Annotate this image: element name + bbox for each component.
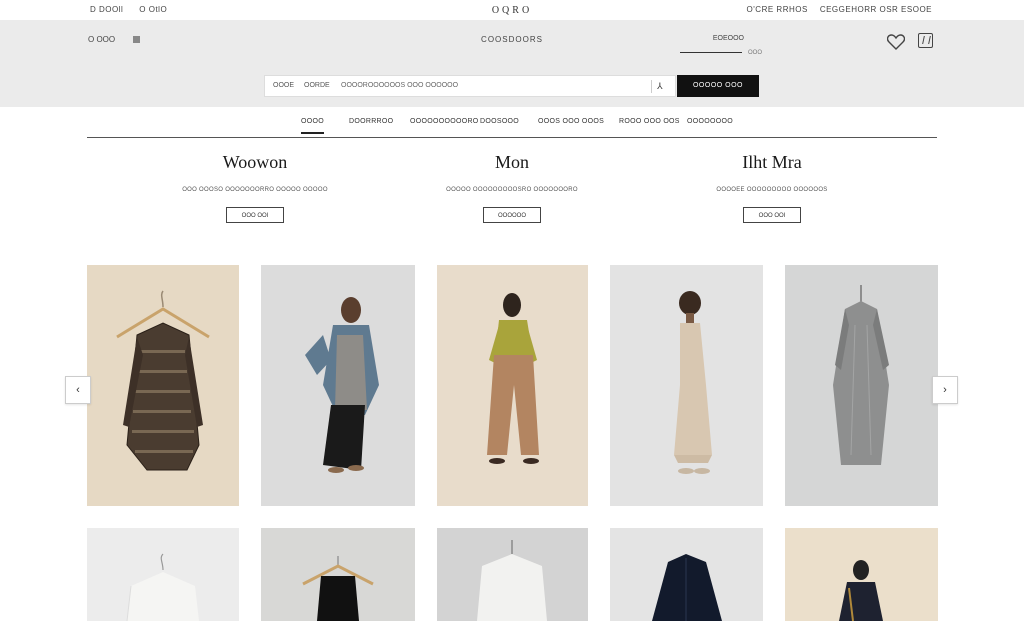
product-tile-black-top[interactable]: [261, 528, 415, 621]
account-underline: [680, 52, 742, 53]
search-scope[interactable]: OOOE OORDE: [273, 82, 330, 89]
product-image: [261, 528, 415, 621]
product-image: [785, 265, 938, 506]
search-scope-1: OOOE: [273, 82, 295, 89]
shop-men-button[interactable]: OOOOOO: [483, 207, 541, 223]
tab-5[interactable]: OOOS OOO OOOS: [538, 118, 604, 125]
heart-icon[interactable]: [887, 34, 905, 50]
shop-third-button[interactable]: OOO OOI: [743, 207, 801, 223]
product-image: [610, 265, 763, 506]
product-tile-plaid-shirt[interactable]: [87, 265, 239, 506]
search-button[interactable]: OOOOO OOO: [677, 75, 759, 97]
product-image: [437, 265, 588, 506]
tab-1[interactable]: OOOO: [301, 118, 324, 134]
shop-women-button[interactable]: OOO OOI: [226, 207, 284, 223]
chevron-right-icon: ›: [943, 384, 947, 396]
category-third: Ilht Mra OOOOEE OOOOOOOOO OOOOOOS OOO OO…: [672, 152, 872, 223]
search-tool-icon[interactable]: ⅄: [657, 81, 663, 92]
category-men: Mon OOOOO OOOOOOOOOSRO OOOOOOORO OOOOOO: [412, 152, 612, 223]
product-image: [87, 528, 239, 621]
product-tile-navy-coat[interactable]: [610, 528, 763, 621]
search-bar: OOOE OORDE OOOOROOOOOOS OOO OOOOOO ⅄: [264, 75, 676, 97]
category-subtitle: OOOOEE OOOOOOOOO OOOOOOS: [716, 187, 828, 193]
utility-right: O'CRE RRHOS CEGGEHORR OSR ESOOE: [747, 5, 932, 14]
product-image: [785, 528, 938, 621]
utility-link-4[interactable]: CEGGEHORR OSR ESOOE: [820, 5, 932, 14]
carousel-prev-button[interactable]: ‹: [65, 376, 91, 404]
chevron-left-icon: ‹: [76, 384, 80, 396]
utility-bar: D DOOll O OtlO OQRO O'CRE RRHOS CEGGEHOR…: [0, 0, 1024, 20]
account-link[interactable]: EOEOOO: [680, 35, 744, 42]
category-title: Woowon: [222, 152, 288, 172]
category-title: Ilht Mra: [742, 152, 802, 172]
tab-2[interactable]: DOORRROO: [349, 118, 393, 125]
tab-6[interactable]: ROOO OOO OOS: [619, 118, 680, 125]
utility-link-3[interactable]: O'CRE RRHOS: [747, 5, 808, 14]
tab-3[interactable]: OOOOOOOOOORO: [410, 118, 479, 125]
product-image: [437, 528, 588, 621]
product-tile-dark-outfit[interactable]: [785, 528, 938, 621]
category-subtitle: OOO OOOSO OOOOOOORRO OOOOO OOOOO: [182, 187, 328, 193]
search-divider: [651, 80, 652, 93]
tab-7[interactable]: OOOOOOOO: [687, 118, 733, 125]
product-tile-grey-dress[interactable]: [785, 265, 938, 506]
site-subtitle: COOSDOORS: [481, 35, 543, 44]
bag-icon[interactable]: [918, 33, 933, 48]
product-tile-slip-dress[interactable]: [610, 265, 763, 506]
product-image: [261, 265, 415, 506]
category-women: Woowon OOO OOOSO OOOOOOORRO OOOOO OOOOO …: [155, 152, 355, 223]
tab-4[interactable]: DOOSOOO: [480, 118, 519, 125]
product-tile-denim-cardigan[interactable]: [261, 265, 415, 506]
category-subtitle: OOOOO OOOOOOOOOSRO OOOOOOORO: [446, 187, 578, 193]
product-tile-white-blouse[interactable]: [87, 528, 239, 621]
search-input[interactable]: OOOOROOOOOOS OOO OOOOOO: [341, 82, 458, 89]
category-title: Mon: [494, 152, 529, 172]
account-sub: OOO: [748, 50, 763, 56]
carousel-next-button[interactable]: ›: [932, 376, 958, 404]
product-image: [87, 265, 239, 506]
product-tile-trousers[interactable]: [437, 265, 588, 506]
category-tabs: OOOO DOORRROO OOOOOOOOOORO DOOSOOO OOOS …: [87, 107, 937, 138]
search-scope-2: OORDE: [304, 82, 330, 89]
product-image: [610, 528, 763, 621]
product-tile-white-shirt[interactable]: [437, 528, 588, 621]
